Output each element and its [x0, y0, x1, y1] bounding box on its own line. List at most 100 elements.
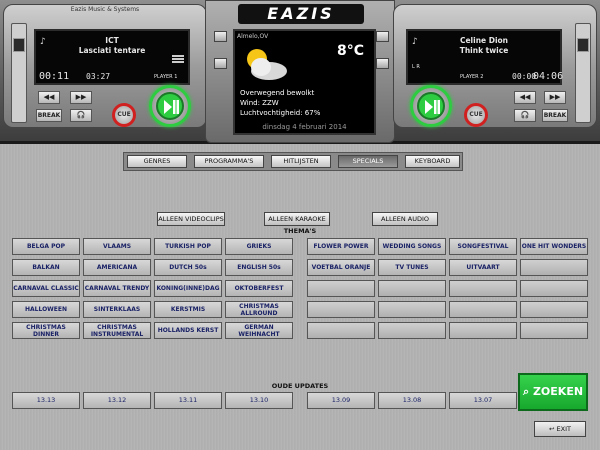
- tab-programmas[interactable]: PROGRAMMA'S: [194, 155, 264, 168]
- settings-icon[interactable]: [376, 58, 389, 69]
- theme-button[interactable]: CARNAVAL TRENDY: [83, 280, 151, 297]
- theme-button[interactable]: CHRISTMAS ALLROUND: [225, 301, 293, 318]
- player-1-panel: Eazis Music & Systems ♪ ICT Lasciati ten…: [3, 4, 207, 128]
- video-icon[interactable]: [376, 31, 389, 42]
- exit-arrow-icon: ↩: [549, 425, 555, 433]
- theme-button[interactable]: AMERICANA: [83, 259, 151, 276]
- player-2-next-button[interactable]: ▶▶: [544, 91, 566, 104]
- headphones-icon[interactable]: 🎧: [514, 109, 536, 122]
- player-2-play-button[interactable]: [410, 85, 452, 127]
- player-2-remaining: 04:06: [533, 71, 564, 82]
- search-button[interactable]: ⌕ ZOEKEN: [518, 373, 588, 411]
- player-1-volume-slider[interactable]: [11, 23, 27, 123]
- snapshot-icon[interactable]: [214, 58, 227, 69]
- theme-button[interactable]: KONING(INNE)DAG: [154, 280, 222, 297]
- empty-theme-slot[interactable]: [307, 322, 375, 339]
- theme-button[interactable]: FLOWER POWER: [307, 238, 375, 255]
- weather-humidity: Luchtvochtigheid: 67%: [240, 109, 321, 117]
- theme-button[interactable]: GERMAN WEIHNACHT: [225, 322, 293, 339]
- exit-button[interactable]: ↩ EXIT: [534, 421, 586, 437]
- empty-theme-slot[interactable]: [307, 301, 375, 318]
- tab-genres[interactable]: GENRES: [127, 155, 187, 168]
- theme-button[interactable]: VLAAMS: [83, 238, 151, 255]
- theme-button[interactable]: TV TUNES: [378, 259, 446, 276]
- empty-theme-slot[interactable]: [520, 280, 588, 297]
- theme-button[interactable]: UITVAART: [449, 259, 517, 276]
- theme-button[interactable]: GRIEKS: [225, 238, 293, 255]
- filter-karaoke-button[interactable]: ALLEEN KARAOKE: [264, 212, 330, 226]
- player-2-break-button[interactable]: BREAK: [542, 109, 568, 122]
- theme-button[interactable]: HALLOWEEN: [12, 301, 80, 318]
- weather-location: Almelo,OV: [237, 33, 269, 40]
- theme-button[interactable]: SINTERKLAAS: [83, 301, 151, 318]
- update-button[interactable]: 13.08: [378, 392, 446, 409]
- player-2-prev-button[interactable]: ◀◀: [514, 91, 536, 104]
- player-1-cue-button[interactable]: CUE: [112, 103, 136, 127]
- slider-knob[interactable]: [13, 38, 25, 52]
- update-button[interactable]: 13.12: [83, 392, 151, 409]
- tab-specials[interactable]: SPECIALS: [338, 155, 398, 168]
- player-1-label: PLAYER 1: [154, 74, 178, 80]
- empty-theme-slot[interactable]: [449, 322, 517, 339]
- player-1-break-button[interactable]: BREAK: [36, 109, 62, 122]
- theme-button[interactable]: OKTOBERFEST: [225, 280, 293, 297]
- empty-theme-slot[interactable]: [378, 280, 446, 297]
- theme-button[interactable]: SONGFESTIVAL: [449, 238, 517, 255]
- player-2-artist: Celine Dion: [459, 36, 509, 45]
- filter-videoclips-button[interactable]: ALLEEN VIDEOCLIPS: [157, 212, 225, 226]
- player-2-label: PLAYER 2: [460, 74, 484, 80]
- theme-button[interactable]: BELGA POP: [12, 238, 80, 255]
- player-1-title: Lasciati tentare: [78, 46, 146, 55]
- update-button[interactable]: 13.09: [307, 392, 375, 409]
- empty-theme-slot[interactable]: [449, 301, 517, 318]
- player-2-volume-slider[interactable]: [575, 23, 591, 123]
- theme-button[interactable]: ONE HIT WONDERS: [520, 238, 588, 255]
- play-pause-icon: [417, 92, 445, 120]
- theme-button[interactable]: VOETBAL ORANJE: [307, 259, 375, 276]
- empty-theme-slot[interactable]: [378, 301, 446, 318]
- play-pause-icon: [156, 92, 184, 120]
- update-button[interactable]: 13.13: [12, 392, 80, 409]
- theme-button[interactable]: DUTCH 50s: [154, 259, 222, 276]
- weather-date: dinsdag 4 februari 2014: [262, 123, 347, 131]
- main-content: GENRES PROGRAMMA'S HITLIJSTEN SPECIALS K…: [0, 144, 600, 450]
- theme-button[interactable]: TURKISH POP: [154, 238, 222, 255]
- tab-bar: GENRES PROGRAMMA'S HITLIJSTEN SPECIALS K…: [123, 152, 463, 171]
- player-1-prev-button[interactable]: ◀◀: [38, 91, 60, 104]
- tab-hitlijsten[interactable]: HITLIJSTEN: [271, 155, 331, 168]
- theme-button[interactable]: CARNAVAL CLASSIC: [12, 280, 80, 297]
- empty-theme-slot[interactable]: [307, 280, 375, 297]
- player-1-play-button[interactable]: [149, 85, 191, 127]
- theme-button[interactable]: CHRISTMAS INSTRUMENTAL: [83, 322, 151, 339]
- eazis-logo: EAZIS: [238, 4, 364, 24]
- exit-label: EXIT: [556, 425, 571, 433]
- weather-condition: Overwegend bewolkt: [240, 89, 315, 97]
- update-button[interactable]: 13.10: [225, 392, 293, 409]
- camera-icon[interactable]: [214, 31, 227, 42]
- cloudy-weather-icon: [247, 49, 287, 80]
- empty-theme-slot[interactable]: [378, 322, 446, 339]
- theme-button[interactable]: ENGLISH 50s: [225, 259, 293, 276]
- player-1-elapsed: 00:11: [39, 71, 70, 82]
- update-button[interactable]: 13.07: [449, 392, 517, 409]
- theme-button[interactable]: WEDDING SONGS: [378, 238, 446, 255]
- player-1-artist: ICT: [105, 36, 119, 45]
- empty-theme-slot[interactable]: [449, 280, 517, 297]
- theme-button[interactable]: KERSTMIS: [154, 301, 222, 318]
- player-2-panel: ♪ Celine Dion Think twice L R PLAYER 2 0…: [393, 4, 597, 128]
- empty-theme-slot[interactable]: [520, 259, 588, 276]
- empty-theme-slot[interactable]: [520, 322, 588, 339]
- filter-audio-button[interactable]: ALLEEN AUDIO: [372, 212, 438, 226]
- tab-keyboard[interactable]: KEYBOARD: [405, 155, 460, 168]
- player-2-title: Think twice: [459, 46, 509, 55]
- theme-button[interactable]: BALKAN: [12, 259, 80, 276]
- player-2-cue-button[interactable]: CUE: [464, 103, 488, 127]
- theme-button[interactable]: HOLLANDS KERST: [154, 322, 222, 339]
- player-1-next-button[interactable]: ▶▶: [70, 91, 92, 104]
- weather-temperature: 8°C: [336, 43, 364, 59]
- slider-knob[interactable]: [577, 38, 589, 52]
- headphones-icon[interactable]: 🎧: [70, 109, 92, 122]
- update-button[interactable]: 13.11: [154, 392, 222, 409]
- theme-button[interactable]: CHRISTMAS DINNER: [12, 322, 80, 339]
- empty-theme-slot[interactable]: [520, 301, 588, 318]
